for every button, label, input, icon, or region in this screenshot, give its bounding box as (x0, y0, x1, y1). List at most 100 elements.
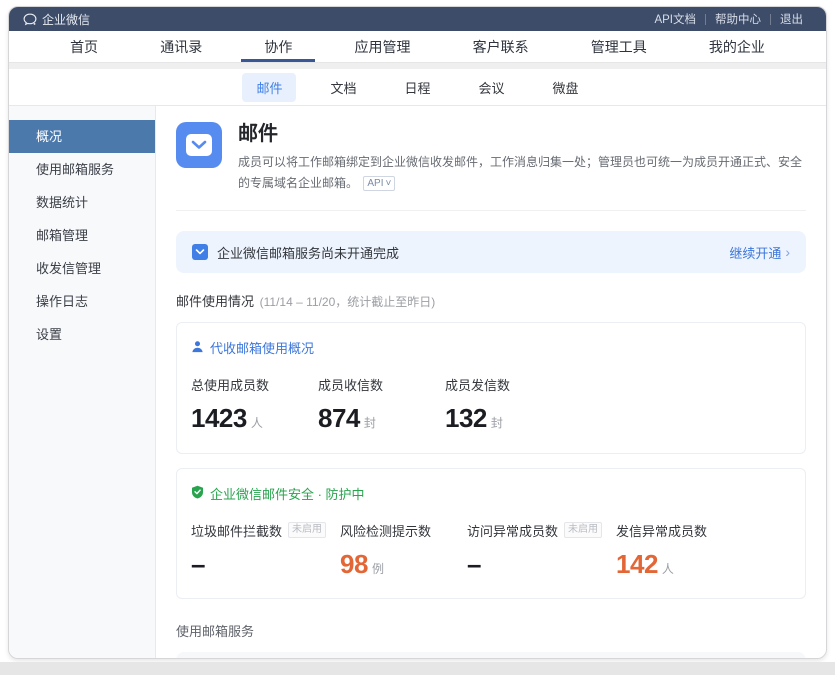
stat-number: 98 (340, 549, 368, 579)
mail-app-icon (176, 122, 222, 168)
stat-label: 成员发信数 (445, 375, 572, 394)
nav-customer-contact[interactable]: 客户联系 (463, 31, 539, 62)
nav-app-management[interactable]: 应用管理 (344, 31, 420, 62)
stat-label: 总使用成员数 (191, 375, 318, 394)
stat-label-text: 访问异常成员数 (467, 521, 558, 540)
app-description-text: 成员可以将工作邮箱绑定到企业微信收发邮件，工作消息归集一处；管理员也可统一为成员… (238, 155, 802, 190)
stat-number: 1423 (191, 403, 247, 433)
sidebar-item-mail-service[interactable]: 使用邮箱服务 (9, 153, 155, 186)
stat-label-text: 垃圾邮件拦截数 (191, 521, 282, 540)
nav-admin-tools[interactable]: 管理工具 (581, 31, 657, 62)
usage-title: 邮件使用情况 (176, 294, 254, 309)
stat-label: 成员收信数 (318, 375, 445, 394)
page-background-strip (0, 662, 835, 675)
topbar-links: API文档 帮助中心 退出 (645, 11, 812, 27)
stat-spam-blocked: 垃圾邮件拦截数未启用 – (191, 521, 340, 579)
tab-mail[interactable]: 邮件 (242, 73, 296, 102)
security-stats: 垃圾邮件拦截数未启用 – 风险检测提示数 98例 访问异常成员数未启用 – 发信… (191, 521, 791, 579)
stat-label: 风险检测提示数 (340, 521, 467, 540)
stat-number: – (467, 549, 481, 579)
security-card-title: 企业微信邮件安全 · 防护中 (191, 484, 791, 503)
mail-security-card: 企业微信邮件安全 · 防护中 垃圾邮件拦截数未启用 – 风险检测提示数 98例 … (176, 468, 806, 600)
stat-label: 垃圾邮件拦截数未启用 (191, 521, 340, 540)
notice-text: 企业微信邮箱服务尚未开通完成 (217, 243, 399, 262)
usage-date-range: (11/14 – 11/20，统计截止至昨日) (260, 295, 436, 309)
stat-unit: 封 (491, 416, 503, 430)
api-label: API (367, 177, 383, 190)
nav-contacts[interactable]: 通讯录 (150, 31, 212, 62)
stat-value: – (467, 550, 616, 579)
stat-label: 访问异常成员数未启用 (467, 521, 616, 540)
topbar: 企业微信 API文档 帮助中心 退出 (9, 7, 826, 31)
nav-my-company[interactable]: 我的企业 (699, 31, 775, 62)
stat-value: 1423 人 (191, 404, 318, 433)
overview-card-title-text: 代收邮箱使用概况 (210, 338, 314, 357)
mailbox-usage-card: 代收邮箱使用概况 总使用成员数 1423 人 成员收信数 874 封 成员发信数 1… (176, 322, 806, 454)
stat-total-members: 总使用成员数 1423 人 (191, 375, 318, 433)
brand: 企业微信 (23, 11, 90, 28)
main-content: 邮件 成员可以将工作邮箱绑定到企业微信收发邮件，工作消息归集一处；管理员也可统一… (156, 106, 826, 658)
main-nav: 首页 通讯录 协作 应用管理 客户联系 管理工具 我的企业 (9, 31, 826, 63)
sidebar-item-overview[interactable]: 概况 (9, 120, 155, 153)
person-icon (191, 340, 204, 356)
stat-risk-alerts: 风险检测提示数 98 例 (340, 521, 467, 579)
stat-label: 发信异常成员数 (616, 521, 743, 540)
wecom-logo-icon (23, 13, 37, 26)
stat-unit: 封 (364, 416, 376, 430)
stat-sent-mails: 成员发信数 132 封 (445, 375, 572, 433)
stat-unit: 例 (372, 562, 384, 576)
tab-calendar[interactable]: 日程 (390, 73, 444, 102)
admin-window: 企业微信 API文档 帮助中心 退出 首页 通讯录 协作 应用管理 客户联系 管… (8, 6, 827, 659)
stat-number: 142 (616, 549, 658, 579)
disabled-badge: 未启用 (564, 522, 602, 538)
sub-nav: 邮件 文档 日程 会议 微盘 (9, 69, 826, 106)
stat-unit: 人 (251, 416, 263, 430)
overview-card-title: 代收邮箱使用概况 (191, 338, 791, 357)
stat-value: 132 封 (445, 404, 572, 433)
tab-docs[interactable]: 文档 (316, 73, 370, 102)
continue-setup-link[interactable]: 继续开通› (729, 243, 790, 262)
page-title: 邮件 (238, 122, 806, 146)
stat-value: 98 例 (340, 550, 467, 579)
stat-abnormal-senders: 发信异常成员数 142 人 (616, 521, 743, 579)
stat-abnormal-access: 访问异常成员数未启用 – (467, 521, 616, 579)
stat-unit: 人 (662, 562, 674, 576)
stat-value: 874 封 (318, 404, 445, 433)
domain-row: 企业域名 tangyun.com 开通中 继续开通 ··· (176, 652, 806, 658)
mail-notice-icon (192, 244, 208, 260)
api-docs-link[interactable]: API文档 (645, 11, 705, 27)
app-description: 成员可以将工作邮箱绑定到企业微信收发邮件，工作消息归集一处；管理员也可统一为成员… (238, 152, 806, 194)
overview-stats: 总使用成员数 1423 人 成员收信数 874 封 成员发信数 132 封 (191, 375, 791, 433)
sidebar-item-send-receive[interactable]: 收发信管理 (9, 252, 155, 285)
stat-number: 874 (318, 403, 360, 433)
logout-link[interactable]: 退出 (771, 11, 812, 27)
continue-setup-label: 继续开通 (729, 243, 781, 262)
api-dropdown[interactable]: API˅ (363, 176, 395, 191)
brand-name: 企业微信 (42, 11, 90, 28)
sidebar-item-mailbox-management[interactable]: 邮箱管理 (9, 219, 155, 252)
stat-received-mails: 成员收信数 874 封 (318, 375, 445, 433)
chevron-down-icon: ˅ (385, 177, 391, 190)
sidebar-item-settings[interactable]: 设置 (9, 318, 155, 351)
tab-drive[interactable]: 微盘 (539, 73, 593, 102)
nav-collaboration[interactable]: 协作 (254, 31, 302, 62)
stat-number: 132 (445, 403, 487, 433)
chevron-right-icon: › (785, 244, 790, 260)
sidebar: 概况 使用邮箱服务 数据统计 邮箱管理 收发信管理 操作日志 设置 (9, 106, 156, 658)
nav-home[interactable]: 首页 (60, 31, 108, 62)
stat-value: – (191, 550, 340, 579)
tab-meeting[interactable]: 会议 (465, 73, 519, 102)
usage-section-label: 邮件使用情况 (11/14 – 11/20，统计截止至昨日) (176, 291, 806, 310)
sidebar-item-operation-log[interactable]: 操作日志 (9, 285, 155, 318)
stat-value: 142 人 (616, 550, 743, 579)
service-section-label: 使用邮箱服务 (176, 621, 806, 640)
security-card-title-text: 企业微信邮件安全 · 防护中 (210, 484, 365, 503)
help-center-link[interactable]: 帮助中心 (706, 11, 770, 27)
stat-number: – (191, 549, 205, 579)
sidebar-item-statistics[interactable]: 数据统计 (9, 186, 155, 219)
disabled-badge: 未启用 (288, 522, 326, 538)
divider (176, 210, 806, 211)
setup-notice-banner: 企业微信邮箱服务尚未开通完成 继续开通› (176, 231, 806, 273)
shield-icon (191, 485, 204, 502)
app-header: 邮件 成员可以将工作邮箱绑定到企业微信收发邮件，工作消息归集一处；管理员也可统一… (176, 122, 806, 194)
